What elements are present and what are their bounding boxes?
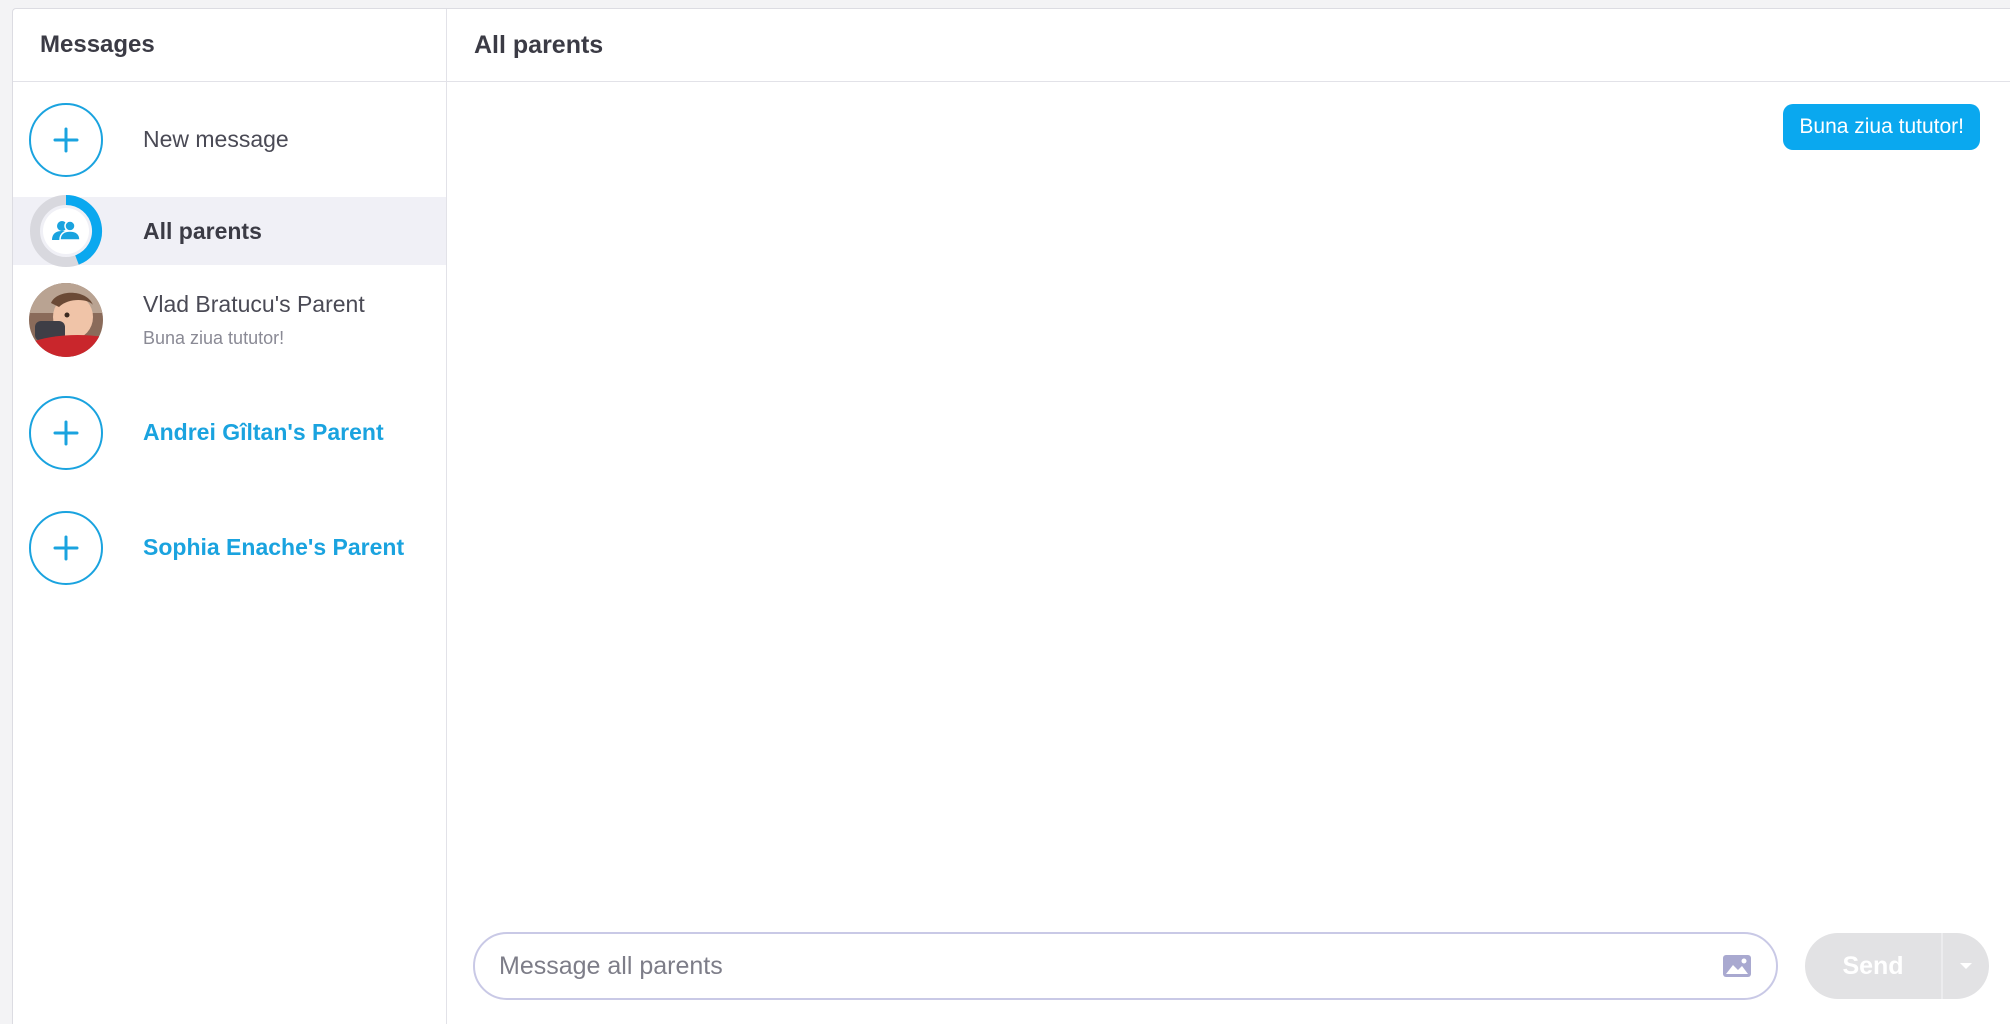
plus-icon (29, 510, 103, 585)
conversation-item-all-parents[interactable]: All parents (13, 194, 446, 268)
conversation-item-sophia-enache[interactable]: Sophia Enache's Parent (13, 490, 446, 605)
messages-app: Messages New message All parents Vlad Br… (12, 8, 2010, 1024)
all-parents-avatar (29, 194, 103, 268)
conversation-name: Andrei Gîltan's Parent (143, 419, 384, 445)
message-input-wrapper (473, 932, 1778, 1000)
plus-icon (29, 395, 103, 470)
avatar (29, 283, 103, 357)
message-input[interactable] (499, 951, 1722, 981)
conversation-name: Vlad Bratucu's Parent (143, 291, 365, 317)
conversation-item-vlad-bratucu[interactable]: Vlad Bratucu's Parent Buna ziua tututor! (13, 265, 446, 375)
conversation-list: New message All parents Vlad Bratucu's P… (13, 82, 446, 605)
conversation-name: Sophia Enache's Parent (143, 534, 405, 560)
conversation-preview: Buna ziua tututor! (143, 328, 285, 348)
conversation-name: All parents (143, 217, 262, 244)
caret-down-icon (1960, 963, 1972, 969)
send-button-group: Send (1805, 933, 1989, 999)
conversation-panel: All parents Buna ziua tututor! Send (447, 9, 2010, 1024)
send-options-button[interactable] (1941, 933, 1989, 999)
parents-group-icon (43, 208, 89, 254)
sidebar-title: Messages (13, 9, 446, 82)
send-button[interactable]: Send (1805, 933, 1941, 999)
conversation-sidebar: Messages New message All parents Vlad Br… (13, 9, 447, 1024)
conversation-title: All parents (447, 9, 2010, 82)
plus-icon (29, 102, 103, 177)
message-thread: Buna ziua tututor! (447, 82, 2010, 1024)
image-icon[interactable] (1722, 954, 1752, 978)
new-message-label: New message (143, 126, 289, 152)
message-composer: Send (473, 932, 2010, 1000)
new-message-item[interactable]: New message (13, 82, 446, 197)
conversation-item-andrei-giltan[interactable]: Andrei Gîltan's Parent (13, 375, 446, 490)
message-bubble: Buna ziua tututor! (1783, 104, 1980, 150)
